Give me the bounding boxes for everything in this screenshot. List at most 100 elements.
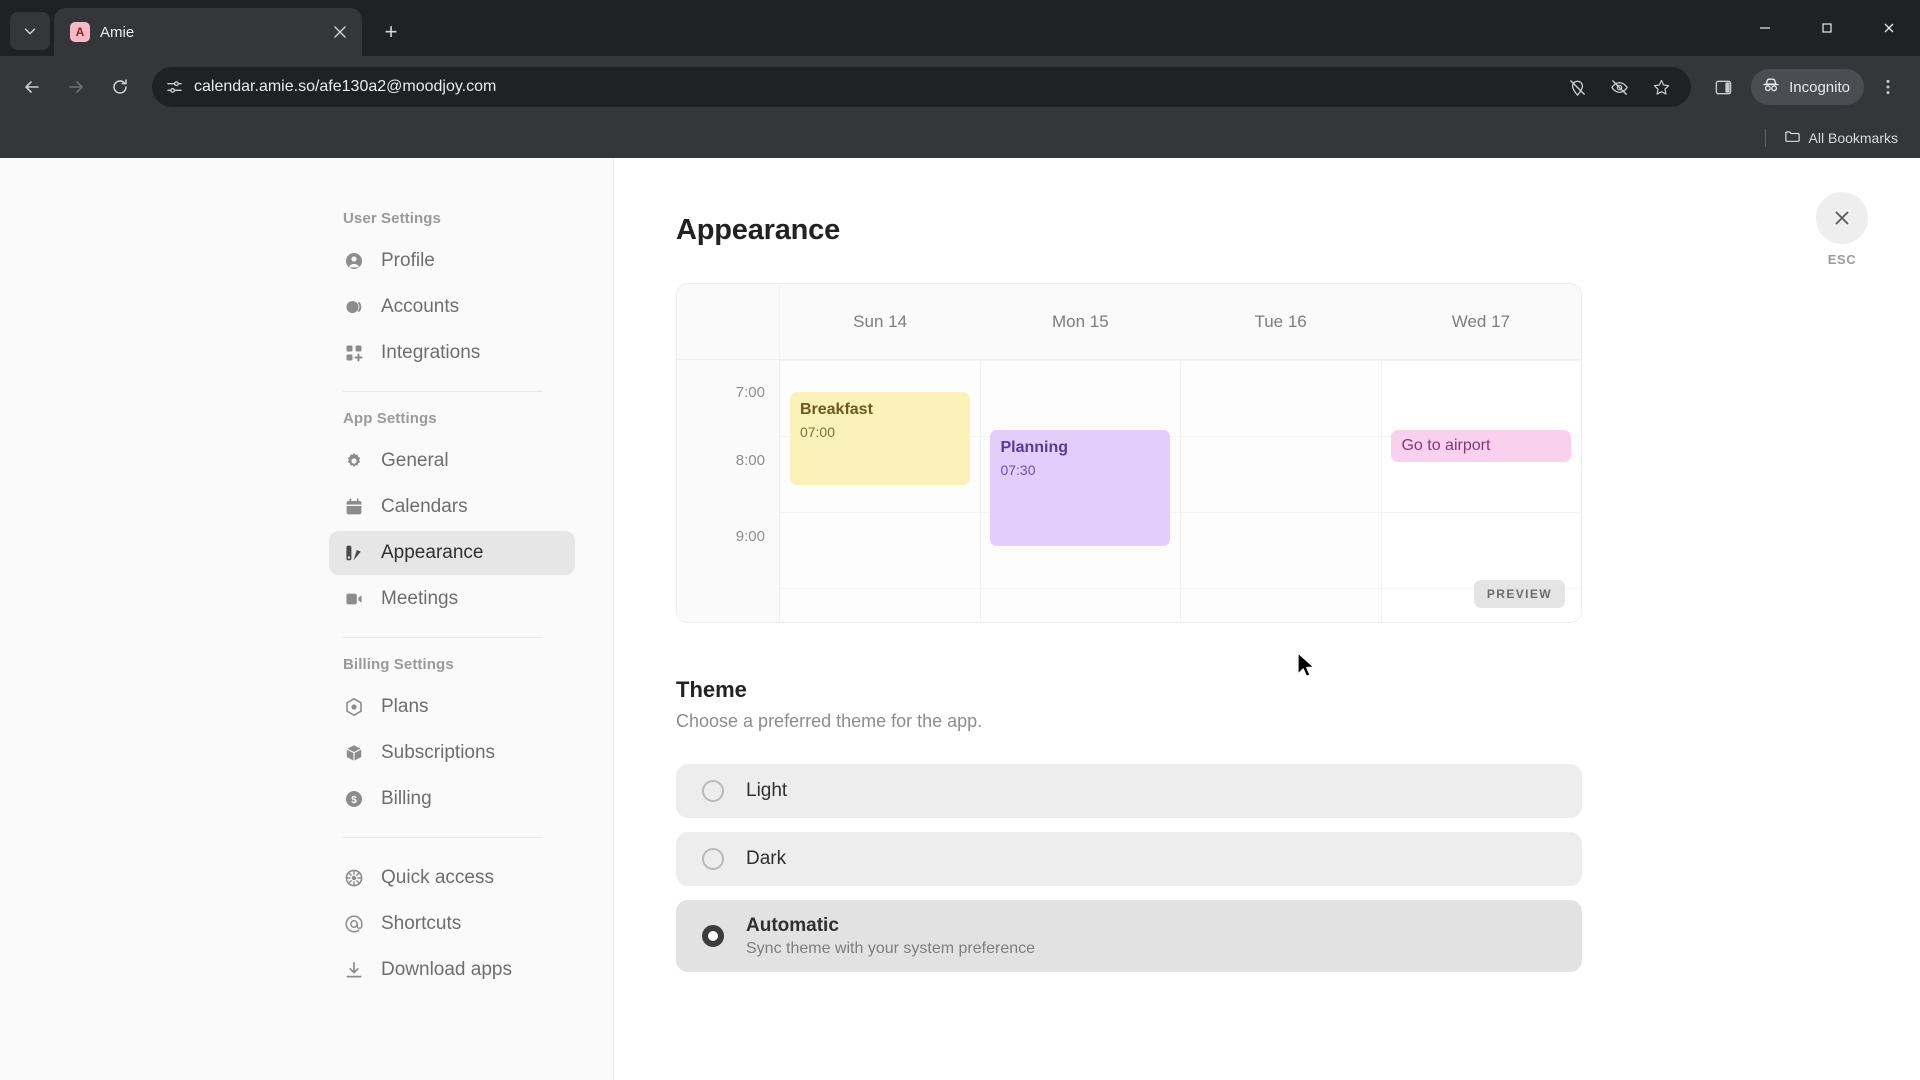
sidebar-item-download-apps[interactable]: Download apps: [329, 948, 575, 992]
tab-close-icon[interactable]: [328, 20, 352, 44]
sidebar-item-label: Appearance: [381, 542, 484, 563]
theme-options: Light Dark Automatic Sync theme with you…: [676, 764, 1582, 972]
sidebar-item-label: Profile: [381, 250, 435, 271]
person-circle-icon: [343, 250, 365, 272]
radio-icon-selected[interactable]: [702, 925, 724, 947]
theme-section: Theme Choose a preferred theme for the a…: [676, 677, 1582, 972]
sidebar-item-label: Accounts: [381, 296, 460, 317]
theme-option-dark[interactable]: Dark: [676, 832, 1582, 886]
sidebar-item-accounts[interactable]: Accounts: [329, 285, 575, 329]
theme-title: Theme: [676, 677, 747, 702]
calendar-day-header: Wed 17: [1451, 311, 1511, 331]
preview-badge[interactable]: PREVIEW: [1473, 580, 1565, 608]
sidebar-item-label: Integrations: [381, 342, 481, 363]
dollar-coin-icon: $: [343, 788, 365, 810]
calendar-event[interactable]: Go to airport: [1391, 430, 1572, 462]
page-title: Appearance: [676, 214, 841, 246]
all-bookmarks-button[interactable]: All Bookmarks: [1776, 124, 1906, 152]
sidebar-item-profile[interactable]: Profile: [329, 239, 575, 283]
option-texts: Automatic Sync theme with your system pr…: [746, 915, 1035, 958]
calendar-event[interactable]: Breakfast 07:00: [789, 392, 970, 485]
sidebar-item-label: General: [381, 450, 449, 471]
event-time: 07:00: [799, 423, 836, 440]
calendar-time-gutter: 7:00 8:00 9:00: [677, 360, 780, 622]
close-settings: ESC: [1816, 192, 1868, 267]
palette-icon: [343, 542, 365, 564]
calendar-day-header: Sun 14: [853, 311, 908, 331]
sidebar-item-subscriptions[interactable]: Subscriptions: [329, 731, 575, 775]
sidebar-item-label: Download apps: [381, 959, 512, 980]
sidebar-item-billing[interactable]: $ Billing: [329, 777, 575, 821]
sidebar-divider: [343, 391, 543, 392]
window-maximize-button[interactable]: [1796, 0, 1858, 56]
all-bookmarks-label: All Bookmarks: [1808, 130, 1898, 146]
close-icon[interactable]: [1816, 192, 1868, 244]
sidebar-item-integrations[interactable]: Integrations: [329, 331, 575, 375]
settings-modal: User Settings Profile Accounts Integrati…: [0, 158, 1920, 1080]
radio-icon[interactable]: [702, 780, 724, 802]
window-controls: [1734, 0, 1920, 56]
incognito-label: Incognito: [1789, 78, 1850, 96]
esc-label: ESC: [1827, 252, 1857, 267]
sidebar-item-label: Meetings: [381, 588, 459, 609]
calendar-event[interactable]: Planning 07:30: [990, 430, 1171, 546]
sidebar-item-shortcuts[interactable]: Shortcuts: [329, 902, 575, 946]
location-blocked-icon[interactable]: [1557, 67, 1597, 107]
browser-tab[interactable]: A Amie: [54, 8, 362, 56]
sidebar-divider: [343, 637, 543, 638]
tab-strip: A Amie +: [0, 0, 1920, 56]
sidebar-item-quick-access[interactable]: Quick access: [329, 856, 575, 900]
sidebar-item-meetings[interactable]: Meetings: [329, 577, 575, 621]
sidebar-item-calendars[interactable]: Calendars: [329, 485, 575, 529]
option-texts: Light: [746, 780, 787, 802]
sidebar-item-label: Billing: [381, 788, 432, 809]
option-texts: Dark: [746, 848, 786, 870]
calendar-preview-header: Sun 14 Mon 15 Tue 16 Wed 17: [677, 284, 1581, 360]
back-arrow-icon[interactable]: [12, 67, 52, 107]
option-label: Light: [746, 780, 788, 801]
reload-icon[interactable]: [100, 67, 140, 107]
nav-group-title: User Settings: [343, 210, 441, 227]
calendar-day-column[interactable]: Breakfast 07:00: [780, 360, 981, 622]
window-close-button[interactable]: [1858, 0, 1920, 56]
tab-title: Amie: [100, 23, 135, 41]
svg-text:$: $: [351, 795, 357, 806]
nav-group-user-settings: User Settings Profile Accounts Integrati…: [343, 210, 573, 375]
site-settings-icon[interactable]: [160, 73, 188, 101]
tab-search-icon[interactable]: [10, 12, 50, 50]
calendar-day-column[interactable]: Planning 07:30: [980, 360, 1181, 622]
three-dot-menu-icon[interactable]: [1868, 67, 1908, 107]
radio-icon[interactable]: [702, 848, 724, 870]
calendar-preview-card: Sun 14 Mon 15 Tue 16 Wed 17 7:00 8:00 9:…: [676, 283, 1582, 623]
new-tab-button[interactable]: +: [374, 15, 408, 49]
folder-icon: [1784, 128, 1801, 148]
option-description: Sync theme with your system preference: [746, 939, 1036, 957]
theme-option-light[interactable]: Light: [676, 764, 1582, 818]
browser-toolbar: calendar.amie.so/afe130a2@moodjoy.com In…: [0, 56, 1920, 118]
theme-option-automatic[interactable]: Automatic Sync theme with your system pr…: [676, 900, 1582, 972]
address-bar[interactable]: calendar.amie.so/afe130a2@moodjoy.com: [152, 67, 1692, 107]
incognito-hat-icon: [1761, 75, 1781, 99]
nav-group-extras: Quick access Shortcuts Download apps: [343, 856, 573, 992]
option-label: Automatic: [746, 914, 839, 936]
sidebar-item-appearance[interactable]: Appearance: [329, 531, 575, 575]
calendar-gutter-header: [677, 284, 780, 359]
calendar-day-column[interactable]: [1181, 360, 1382, 622]
hour-label: 8:00: [735, 452, 765, 469]
sidebar-item-general[interactable]: General: [329, 439, 575, 483]
wheel-icon: [343, 867, 365, 889]
star-icon[interactable]: [1641, 67, 1681, 107]
nav-group-app-settings: App Settings General Calendars Appearanc…: [329, 410, 575, 621]
hour-label: 7:00: [735, 384, 765, 401]
gear-icon: [343, 450, 365, 472]
settings-content: ESC Appearance Sun 14 Mon 15 Tue 16 Wed …: [614, 158, 1920, 1080]
forward-arrow-icon[interactable]: [56, 67, 96, 107]
incognito-indicator[interactable]: Incognito: [1751, 69, 1864, 105]
side-panel-icon[interactable]: [1703, 67, 1743, 107]
sidebar-item-plans[interactable]: Plans: [329, 685, 575, 729]
browser-window: A Amie + calendar.amie.so/afe130a2@moodj…: [0, 0, 1920, 1080]
event-time: 07:30: [1000, 461, 1036, 478]
eye-crossed-icon[interactable]: [1599, 67, 1639, 107]
window-minimize-button[interactable]: [1734, 0, 1796, 56]
sidebar-item-label: Plans: [381, 696, 429, 717]
